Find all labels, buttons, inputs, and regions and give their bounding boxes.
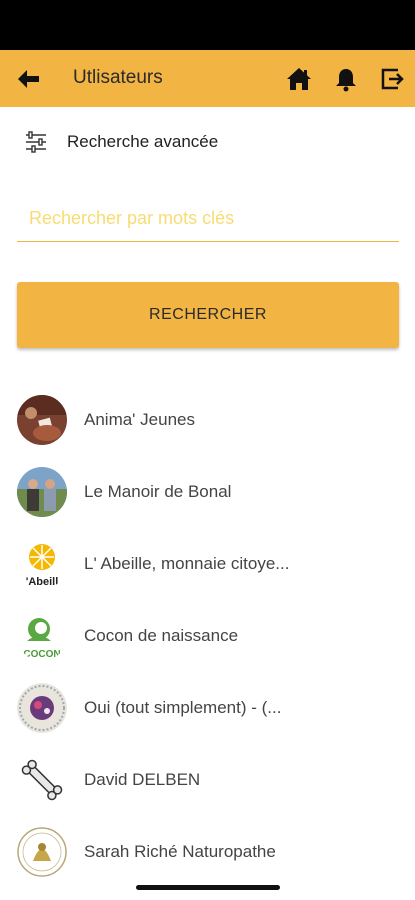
user-list: Anima' Jeunes Le Manoir de Bonal 'Abeill…	[0, 384, 415, 888]
advanced-search-toggle[interactable]: Recherche avancée	[0, 122, 415, 162]
home-indicator	[136, 885, 280, 890]
user-name: Le Manoir de Bonal	[84, 482, 232, 501]
avatar: 'Abeill	[17, 539, 67, 589]
home-icon[interactable]	[285, 65, 313, 93]
user-name: David DELBEN	[84, 770, 201, 789]
list-item[interactable]: David DELBEN	[0, 744, 415, 816]
user-name: Cocon de naissance	[84, 626, 239, 645]
avatar-text: 'Abeill	[26, 576, 59, 588]
avatar	[17, 755, 67, 805]
sliders-icon	[26, 131, 46, 153]
app-bar: Utlisateurs	[0, 50, 415, 107]
bell-icon[interactable]	[332, 65, 360, 93]
list-item[interactable]: Anima' Jeunes	[0, 384, 415, 456]
list-item[interactable]: Sarah Riché Naturopathe	[0, 816, 415, 888]
user-name: Sarah Riché Naturopathe	[84, 842, 276, 861]
status-bar	[0, 0, 415, 50]
avatar	[17, 827, 67, 877]
list-item[interactable]: 'Abeill L' Abeille, monnaie citoye...	[0, 528, 415, 600]
list-item[interactable]: COCON Cocon de naissance	[0, 600, 415, 672]
user-name: L' Abeille, monnaie citoye...	[84, 554, 290, 573]
user-name: Anima' Jeunes	[84, 410, 195, 429]
avatar: COCON	[17, 611, 67, 661]
list-item[interactable]: Oui (tout simplement) - (...	[0, 672, 415, 744]
list-item[interactable]: Le Manoir de Bonal	[0, 456, 415, 528]
page-title: Utlisateurs	[73, 67, 163, 88]
arrow-left-icon[interactable]	[14, 66, 42, 92]
advanced-search-label: Recherche avancée	[67, 132, 219, 151]
search-button[interactable]: RECHERCHER	[17, 282, 399, 348]
user-name: Oui (tout simplement) - (...	[84, 698, 282, 717]
search-field	[17, 195, 399, 242]
avatar	[17, 683, 67, 733]
avatar	[17, 395, 67, 445]
search-input[interactable]	[17, 195, 399, 241]
avatar-text: COCON	[23, 649, 60, 660]
avatar	[17, 467, 67, 517]
logout-icon[interactable]	[378, 65, 406, 93]
